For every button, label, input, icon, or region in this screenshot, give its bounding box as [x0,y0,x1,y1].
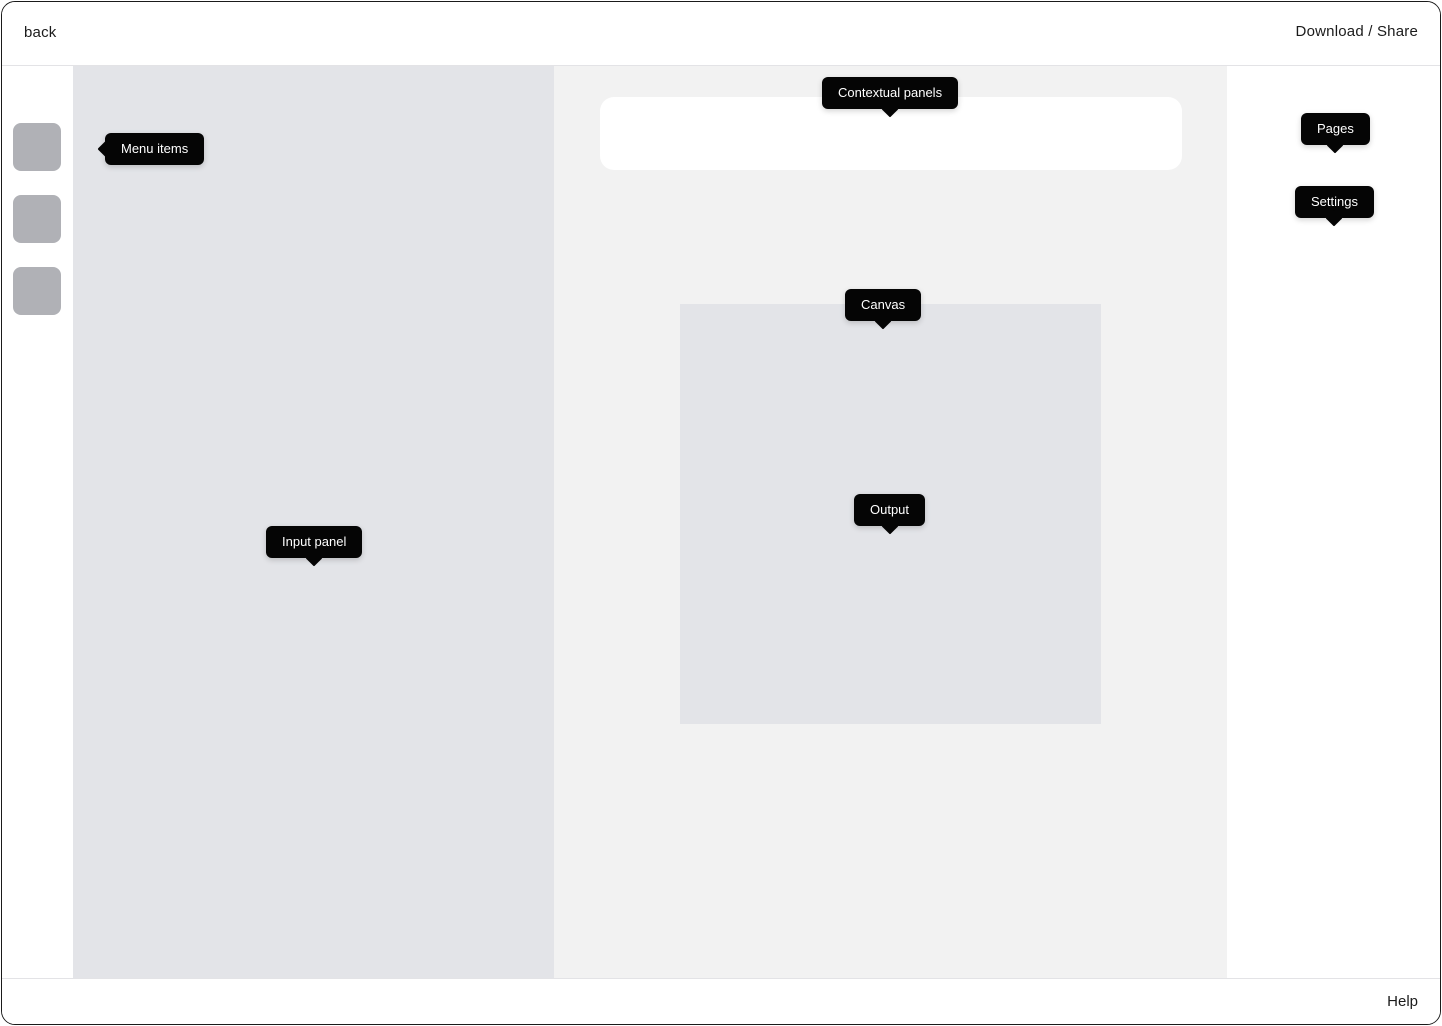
menu-item-button-2[interactable] [13,195,61,243]
back-link[interactable]: back [24,24,57,41]
output-tooltip: Output [854,494,926,526]
output-tooltip-label: Output [870,502,910,517]
menu-item-button-1[interactable] [13,123,61,171]
input-panel-tooltip: Input panel [266,526,363,558]
app-frame: back Download / Share Help Menu items In… [1,1,1441,1025]
menu-items-tooltip-label: Menu items [121,141,189,156]
download-share-link[interactable]: Download / Share [1296,23,1418,40]
settings-tooltip-label: Settings [1311,194,1358,209]
pages-tooltip-label: Pages [1317,121,1354,136]
menu-items-tooltip: Menu items [105,133,205,165]
contextual-panels-tooltip-label: Contextual panels [838,85,943,100]
menu-item-button-3[interactable] [13,267,61,315]
help-link[interactable]: Help [1387,993,1418,1010]
contextual-panels-tooltip: Contextual panels [822,77,959,109]
menu-rail [2,66,73,978]
canvas-tooltip: Canvas [845,289,922,321]
footer-bar: Help [2,978,1440,1024]
input-panel [73,66,554,978]
top-bar: back Download / Share [2,2,1440,66]
canvas-tooltip-label: Canvas [861,297,906,312]
input-panel-tooltip-label: Input panel [282,534,347,549]
settings-tooltip: Settings [1295,186,1374,218]
pages-tooltip: Pages [1301,113,1370,145]
